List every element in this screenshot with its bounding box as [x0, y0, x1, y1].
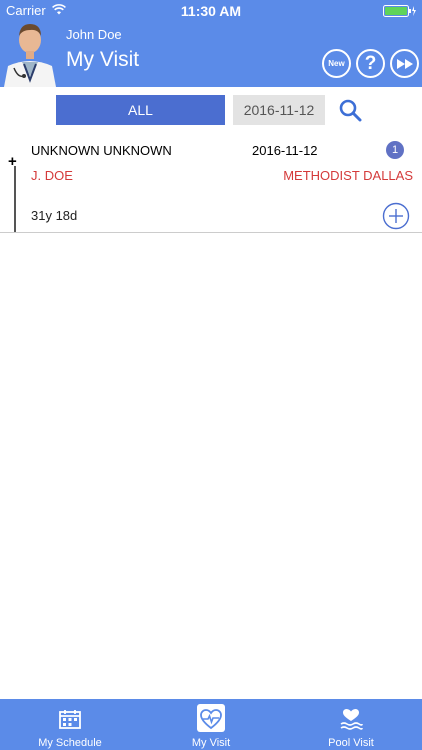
schedule-icon — [59, 710, 81, 729]
page-title: My Visit — [66, 48, 140, 71]
status-time: 11:30 AM — [180, 3, 242, 19]
help-icon: ? — [364, 53, 377, 74]
visit-date: 2016-11-12 — [252, 143, 318, 158]
visit-list-item[interactable]: + UNKNOWN UNKNOWN 2016-11-12 1 J. DOE ME… — [0, 135, 422, 233]
tab-label: My Schedule — [38, 737, 102, 749]
date-filter-button[interactable]: 2016-11-12 — [233, 95, 325, 125]
tab-label: My Visit — [191, 737, 231, 749]
doctor-name: J. DOE — [31, 168, 73, 183]
tab-pool-visit[interactable]: Pool Visit — [281, 699, 421, 750]
filter-all-button[interactable]: ALL — [56, 95, 225, 125]
timeline-line — [14, 166, 16, 233]
heart-monitor-icon — [200, 709, 222, 730]
doctor-avatar — [0, 18, 60, 87]
visit-count: 1 — [391, 144, 399, 156]
app-header: Carrier 11:30 AM John Doe My Visit New ? — [0, 0, 422, 87]
tab-my-visit[interactable]: My Visit — [141, 699, 281, 750]
new-button-label: New — [328, 59, 345, 68]
add-circle-icon[interactable] — [382, 202, 410, 230]
pool-visit-icon — [340, 709, 363, 730]
row-divider — [0, 232, 422, 233]
tab-label: Pool Visit — [328, 737, 374, 749]
visit-count-badge: 1 — [386, 141, 404, 159]
tab-my-schedule[interactable]: My Schedule — [0, 699, 140, 750]
patient-name: UNKNOWN UNKNOWN — [31, 143, 172, 158]
hospital-name: METHODIST DALLAS — [283, 168, 413, 183]
search-icon[interactable] — [338, 98, 362, 122]
new-visit-button[interactable]: New — [322, 49, 351, 78]
fast-forward-icon — [396, 58, 413, 69]
status-bar: Carrier 11:30 AM — [0, 0, 422, 22]
user-name: John Doe — [66, 27, 122, 42]
patient-age: 31y 18d — [31, 208, 78, 223]
date-filter-value: 2016-11-12 — [243, 102, 315, 118]
tab-bar: My Schedule My Visit Pool Visit — [0, 699, 422, 750]
battery-icon — [383, 5, 416, 17]
next-button[interactable] — [390, 49, 419, 78]
filter-all-label: ALL — [128, 102, 153, 118]
help-button[interactable]: ? — [356, 49, 385, 78]
